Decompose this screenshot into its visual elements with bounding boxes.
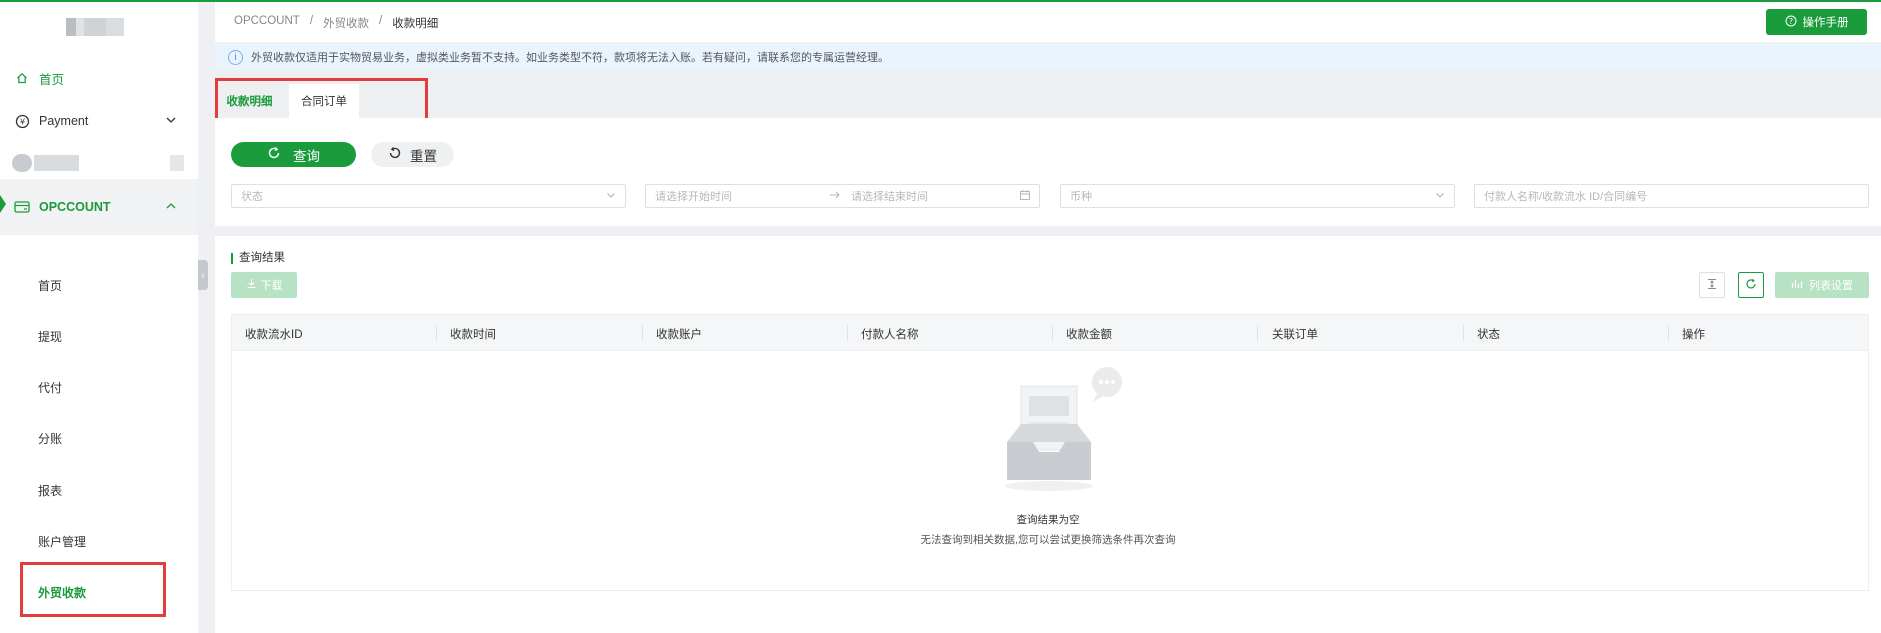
filter-panel: 查询 重置 状态 请选择开始时间 请选择结束时间 币种 付款人名称/收款流水 I… xyxy=(215,118,1881,226)
column-settings-label: 列表设置 xyxy=(1809,280,1853,292)
date-range-picker[interactable]: 请选择开始时间 请选择结束时间 xyxy=(645,184,1040,208)
info-icon: i xyxy=(228,49,243,65)
sidebar-collapse-handle[interactable]: ‹ xyxy=(198,260,208,290)
home-icon xyxy=(13,69,31,87)
sidebar-subitem-home[interactable]: 首页 xyxy=(38,277,62,294)
breadcrumb-item-current: 收款明细 xyxy=(392,18,439,30)
sidebar-subitem-reports[interactable]: 报表 xyxy=(38,482,62,499)
column-header-status: 状态 xyxy=(1477,329,1500,341)
svg-text:¥: ¥ xyxy=(19,117,24,126)
reset-button[interactable]: 重置 xyxy=(371,142,454,167)
column-divider xyxy=(1257,325,1258,341)
column-height-icon xyxy=(1706,278,1718,293)
sidebar-subitem-split[interactable]: 分账 xyxy=(38,430,62,447)
column-height-button[interactable] xyxy=(1699,272,1725,298)
column-header-amount: 收款金额 xyxy=(1066,329,1112,341)
sidebar-subitem-payout[interactable]: 代付 xyxy=(38,379,62,396)
empty-state-title: 查询结果为空 xyxy=(1016,514,1080,526)
breadcrumb-item-foreign-trade[interactable]: 外贸收款 xyxy=(323,15,369,31)
breadcrumb-separator: / xyxy=(379,15,383,27)
column-header-receipt-time: 收款时间 xyxy=(450,329,496,341)
chevron-down-icon xyxy=(164,113,178,127)
start-date-placeholder: 请选择开始时间 xyxy=(655,191,732,203)
refresh-search-icon xyxy=(267,146,281,163)
keyword-search-input[interactable]: 付款人名称/收款流水 ID/合同编号 xyxy=(1474,184,1869,208)
notice-bar: i 外贸收款仅适用于实物贸易业务，虚拟类业务暂不支持。如业务类型不符，款项将无法… xyxy=(215,44,1881,70)
bar-chart-icon xyxy=(1791,278,1803,292)
column-header-payer-name: 付款人名称 xyxy=(861,329,919,341)
breadcrumb-separator: / xyxy=(309,15,314,27)
column-header-receipt-account: 收款账户 xyxy=(656,329,702,341)
breadcrumb-item-opccount[interactable]: OPCCOUNT xyxy=(234,15,300,31)
column-divider xyxy=(436,325,437,341)
active-marker xyxy=(0,195,6,213)
sidebar-subitem-withdraw[interactable]: 提现 xyxy=(38,328,62,345)
wallet-icon xyxy=(13,198,31,216)
highlight-box-sidebar xyxy=(20,562,166,617)
reset-button-label: 重置 xyxy=(410,148,437,164)
payment-icon: ¥ xyxy=(13,112,31,130)
column-divider xyxy=(1668,325,1669,341)
notice-text: 外贸收款仅适用于实物贸易业务，虚拟类业务暂不支持。如业务类型不符，款项将无法入账… xyxy=(251,52,889,64)
column-divider xyxy=(1463,325,1464,341)
column-settings-button[interactable]: 列表设置 xyxy=(1775,272,1869,298)
column-header-related-order: 关联订单 xyxy=(1272,329,1318,341)
currency-select[interactable]: 币种 xyxy=(1060,184,1455,208)
results-panel: 查询结果 下载 列表设置 收款流水ID 收款时间 收款账户 付款人名称 收款金额… xyxy=(215,236,1881,633)
manual-button[interactable]: ? 操作手册 xyxy=(1766,9,1867,35)
sidebar-item-label: Payment xyxy=(39,114,89,128)
keyword-search-placeholder: 付款人名称/收款流水 ID/合同编号 xyxy=(1484,191,1648,203)
chevron-down-icon xyxy=(1434,189,1446,201)
currency-select-placeholder: 币种 xyxy=(1070,191,1092,203)
reset-icon xyxy=(388,146,402,163)
status-select-placeholder: 状态 xyxy=(241,191,263,203)
logo xyxy=(66,18,130,36)
arrow-right-icon xyxy=(828,188,842,205)
status-select[interactable]: 状态 xyxy=(231,184,626,208)
header: OPCCOUNT / 外贸收款 / 收款明细 ? 操作手册 xyxy=(215,2,1881,42)
sidebar: 首页 ¥ Payment OPCCOUNT 首页 提现 代付 分账 报表 账户管… xyxy=(0,2,198,633)
empty-inbox-icon xyxy=(985,364,1125,497)
query-button[interactable]: 查询 xyxy=(231,142,356,167)
table-header: 收款流水ID 收款时间 收款账户 付款人名称 收款金额 关联订单 状态 操作 xyxy=(231,314,1869,351)
refresh-icon xyxy=(1745,278,1757,293)
sidebar-subitem-account-management[interactable]: 账户管理 xyxy=(38,533,86,550)
column-header-actions: 操作 xyxy=(1682,329,1705,341)
calendar-icon xyxy=(1019,189,1031,201)
manual-button-label: 操作手册 xyxy=(1802,17,1849,29)
tabs-bar: 收款明细 合同订单 xyxy=(215,70,1881,118)
chevron-down-icon xyxy=(605,189,617,201)
sidebar-item-opccount[interactable]: OPCCOUNT xyxy=(0,179,198,235)
chevron-up-icon xyxy=(164,199,178,213)
question-circle-icon: ? xyxy=(1785,15,1797,30)
results-title: 查询结果 xyxy=(231,252,285,264)
refresh-button[interactable] xyxy=(1738,272,1764,298)
column-divider xyxy=(847,325,848,341)
breadcrumb: OPCCOUNT / 外贸收款 / 收款明细 xyxy=(234,15,438,31)
sidebar-item-label: OPCCOUNT xyxy=(39,200,111,214)
column-divider xyxy=(642,325,643,341)
end-date-placeholder: 请选择结束时间 xyxy=(851,191,928,203)
svg-text:?: ? xyxy=(1788,16,1792,25)
empty-state-description: 无法查询到相关数据,您可以尝试更换筛选条件再次查询 xyxy=(920,534,1176,546)
sidebar-item-label: 首页 xyxy=(39,72,65,87)
download-icon xyxy=(246,278,257,292)
download-button-label: 下载 xyxy=(260,280,283,292)
query-button-label: 查询 xyxy=(293,148,320,164)
download-button[interactable]: 下载 xyxy=(231,272,297,298)
column-divider xyxy=(1052,325,1053,341)
column-header-receipt-id: 收款流水ID xyxy=(245,329,303,341)
